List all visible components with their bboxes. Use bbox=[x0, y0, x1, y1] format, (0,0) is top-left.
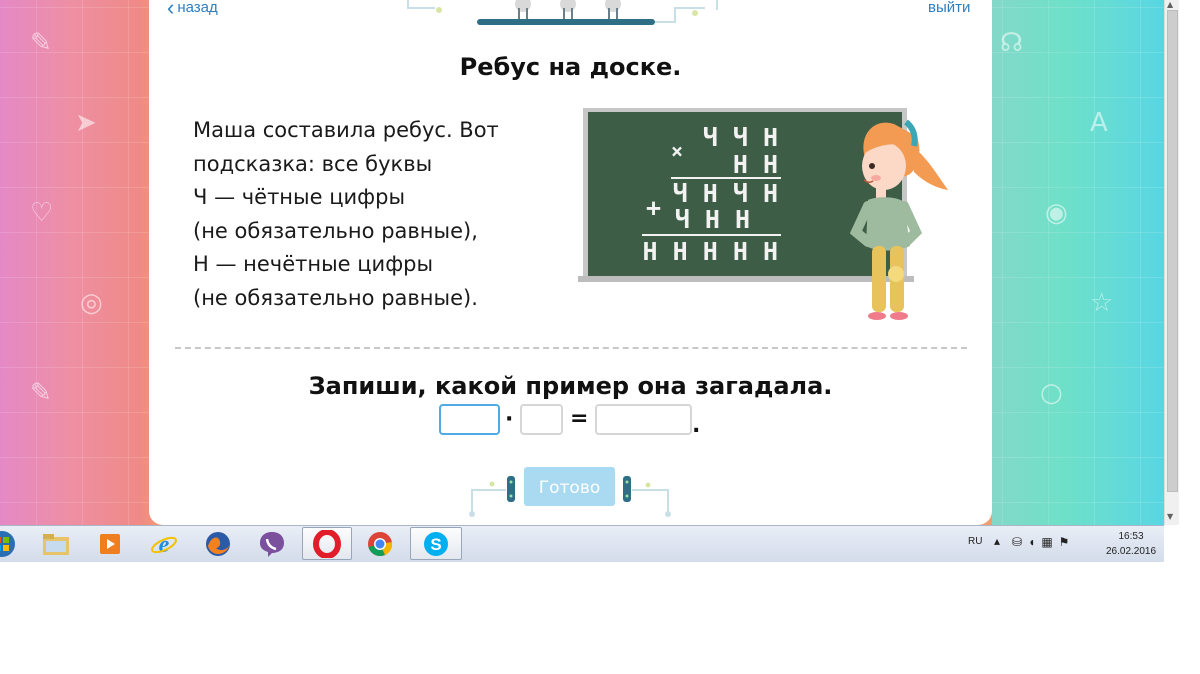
clock-time: 16:53 bbox=[1118, 531, 1144, 542]
taskbar-viber[interactable] bbox=[248, 527, 296, 560]
scrollbar-thumb[interactable] bbox=[1167, 10, 1178, 492]
vertical-scrollbar[interactable]: ▲ ▼ bbox=[1164, 0, 1179, 525]
taskbar-explorer[interactable] bbox=[32, 527, 80, 560]
back-link[interactable]: ‹ назад bbox=[167, 0, 218, 20]
answer-period: . bbox=[692, 413, 701, 438]
board-multiplicand: Ч Ч Н bbox=[703, 123, 778, 152]
letter-a-icon: A bbox=[1090, 108, 1108, 138]
network-icon[interactable]: ▦ bbox=[1041, 535, 1058, 549]
viber-icon bbox=[260, 531, 284, 557]
volume-icon[interactable]: ◖ bbox=[1028, 535, 1041, 549]
bulb-icon: ♡ bbox=[30, 198, 54, 228]
taskbar-firefox[interactable] bbox=[194, 527, 242, 560]
scroll-down-icon[interactable]: ▼ bbox=[1167, 512, 1173, 521]
taskbar-skype[interactable]: S bbox=[410, 527, 462, 560]
taskbar-chrome[interactable] bbox=[356, 527, 404, 560]
tray-icons[interactable]: ⛁◖▦⚑ bbox=[1012, 535, 1075, 571]
headphones-icon: ☊ bbox=[1000, 28, 1024, 58]
section-divider bbox=[175, 347, 967, 349]
media-player-icon bbox=[100, 533, 120, 554]
taskbar-media-player[interactable] bbox=[86, 527, 134, 560]
answer-product-input[interactable] bbox=[595, 404, 692, 435]
story-text: Маша составила ребус. Вот подсказка: все… bbox=[193, 114, 499, 315]
ready-button[interactable]: Готово bbox=[524, 467, 615, 506]
svg-text:S: S bbox=[430, 535, 441, 554]
internet-explorer-icon: e bbox=[151, 532, 177, 558]
back-link-label: назад bbox=[177, 0, 218, 16]
wifi-icon: ◎ bbox=[80, 288, 103, 318]
task-question: Запиши, какой пример она загадала. bbox=[308, 372, 833, 400]
flag-icon[interactable]: ⚑ bbox=[1059, 535, 1076, 549]
story-line: (не обязательно равные), bbox=[193, 218, 478, 243]
paper-plane-icon: ➤ bbox=[75, 108, 97, 138]
chalkboard-tray bbox=[578, 276, 914, 282]
button-circuit-left bbox=[469, 476, 515, 517]
story-line: Н — нечётные цифры bbox=[193, 252, 434, 276]
chrome-icon bbox=[368, 531, 393, 556]
story-line: подсказка: все буквы bbox=[193, 151, 433, 176]
apple-icon: ○ bbox=[1040, 378, 1063, 408]
language-indicator[interactable]: RU bbox=[968, 536, 982, 572]
progress-circuit-decoration bbox=[407, 0, 718, 25]
times-sign: × bbox=[671, 139, 683, 163]
start-button[interactable] bbox=[0, 527, 20, 560]
clock[interactable]: 16:53 26.02.2016 bbox=[1106, 529, 1156, 565]
answer-factor2-input[interactable] bbox=[520, 404, 563, 435]
taskbar-opera[interactable] bbox=[302, 527, 352, 560]
skype-icon: S bbox=[424, 531, 448, 556]
board-partial-product-2: Ч Н Н bbox=[675, 205, 750, 234]
svg-text:e: e bbox=[159, 532, 170, 558]
board-multiplier: Н Н bbox=[733, 150, 778, 179]
page-title: Ребус на доске. bbox=[459, 53, 682, 81]
windows-orb-icon bbox=[0, 530, 15, 557]
girl-character bbox=[849, 119, 948, 320]
taskbar-internet-explorer[interactable]: e bbox=[140, 527, 188, 560]
plus-sign: + bbox=[646, 193, 661, 222]
firefox-icon bbox=[206, 531, 230, 556]
windows-taskbar: e S RU ▴ ⛁◖▦⚑ 16:53 26.02.2016 bbox=[0, 525, 1164, 562]
board-result: Н Н Н Н Н bbox=[643, 237, 778, 266]
clock-date: 26.02.2016 bbox=[1106, 546, 1157, 557]
folder-icon bbox=[43, 533, 69, 555]
chevron-left-icon: ‹ bbox=[167, 0, 175, 20]
show-hidden-icons[interactable]: ▴ bbox=[994, 534, 1000, 570]
sneaker-icon: ✎ bbox=[30, 28, 52, 58]
story-line: (не обязательно равные). bbox=[193, 285, 478, 310]
usb-icon[interactable]: ⛁ bbox=[1012, 535, 1028, 549]
opera-icon bbox=[313, 529, 341, 558]
scroll-up-icon[interactable]: ▲ bbox=[1167, 0, 1173, 9]
button-circuit-right bbox=[623, 476, 671, 517]
multiply-sign: · bbox=[505, 407, 514, 432]
exit-link[interactable]: выйти bbox=[928, 0, 970, 16]
equals-sign: = bbox=[570, 406, 589, 431]
globe-icon: ◉ bbox=[1045, 198, 1068, 228]
chalkboard-illustration: × Ч Ч Н Н Н + Ч Н Ч Н Ч Н Н Н Н Н Н Н bbox=[578, 108, 948, 320]
star-icon: ☆ bbox=[1090, 288, 1114, 318]
pencil-icon: ✎ bbox=[30, 378, 52, 408]
answer-factor1-input[interactable] bbox=[439, 404, 500, 435]
board-partial-product-1: Ч Н Ч Н bbox=[673, 179, 778, 208]
story-line: Маша составила ребус. Вот bbox=[193, 118, 499, 142]
story-line: Ч — чётные цифры bbox=[193, 185, 406, 209]
